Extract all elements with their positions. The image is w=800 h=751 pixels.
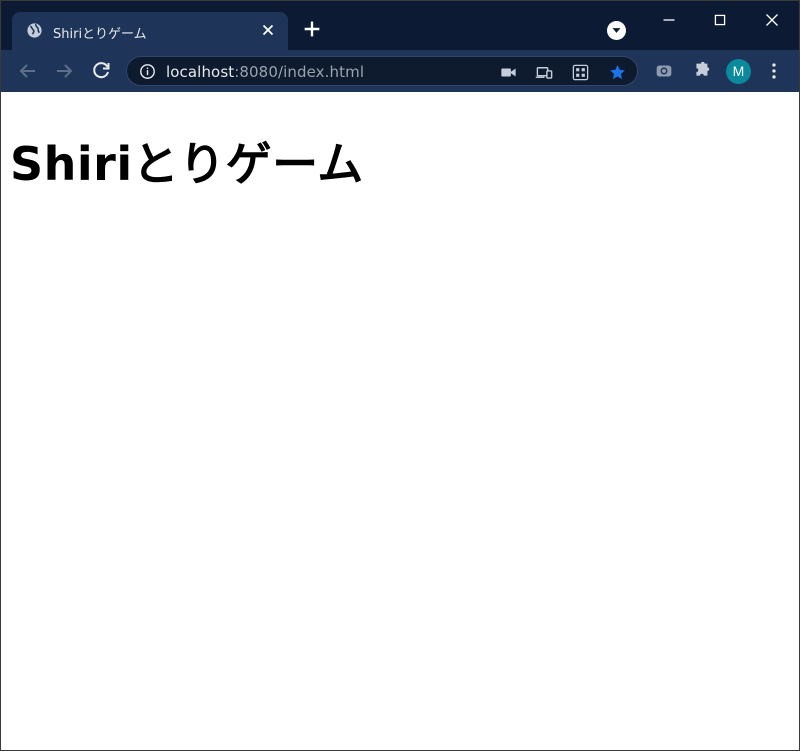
camera-icon[interactable]: [499, 63, 518, 82]
page-content: Shiriとりゲーム: [1, 92, 799, 750]
globe-icon: [27, 23, 42, 38]
url-path: :8080/index.html: [234, 63, 365, 81]
tab-title: Shiriとりゲーム: [53, 27, 147, 42]
forward-icon[interactable]: [52, 59, 76, 83]
tab-strip: Shiriとりゲーム: [1, 1, 799, 50]
page-title: Shiriとりゲーム: [10, 137, 364, 191]
close-window-icon[interactable]: [761, 9, 783, 31]
bookmark-star-icon[interactable]: [608, 63, 627, 82]
url-text: localhost:8080/index.html: [166, 63, 364, 81]
tab-active[interactable]: Shiriとりゲーム: [12, 12, 288, 50]
extensions-puzzle-icon[interactable]: [690, 60, 712, 82]
minimize-icon[interactable]: [658, 9, 680, 31]
url-host: localhost: [166, 63, 235, 81]
browser-window: Shiriとりゲーム localhost:8080/index.html M S…: [0, 0, 800, 751]
address-bar[interactable]: localhost:8080/index.html: [126, 56, 638, 86]
cast-devices-icon[interactable]: [535, 63, 554, 82]
back-icon[interactable]: [16, 59, 40, 83]
extension-screen-icon[interactable]: [653, 60, 675, 82]
toolbar: localhost:8080/index.html M: [1, 50, 799, 92]
chevron-down-icon: [612, 28, 621, 33]
tab-search-button[interactable]: [607, 21, 626, 40]
qr-code-icon[interactable]: [571, 63, 590, 82]
reload-icon[interactable]: [89, 59, 113, 83]
new-tab-icon[interactable]: [301, 18, 323, 40]
close-tab-icon[interactable]: [259, 21, 277, 39]
profile-avatar[interactable]: M: [726, 59, 751, 84]
info-icon[interactable]: [139, 63, 156, 80]
maximize-icon[interactable]: [709, 9, 731, 31]
menu-kebab-icon[interactable]: [763, 60, 785, 82]
